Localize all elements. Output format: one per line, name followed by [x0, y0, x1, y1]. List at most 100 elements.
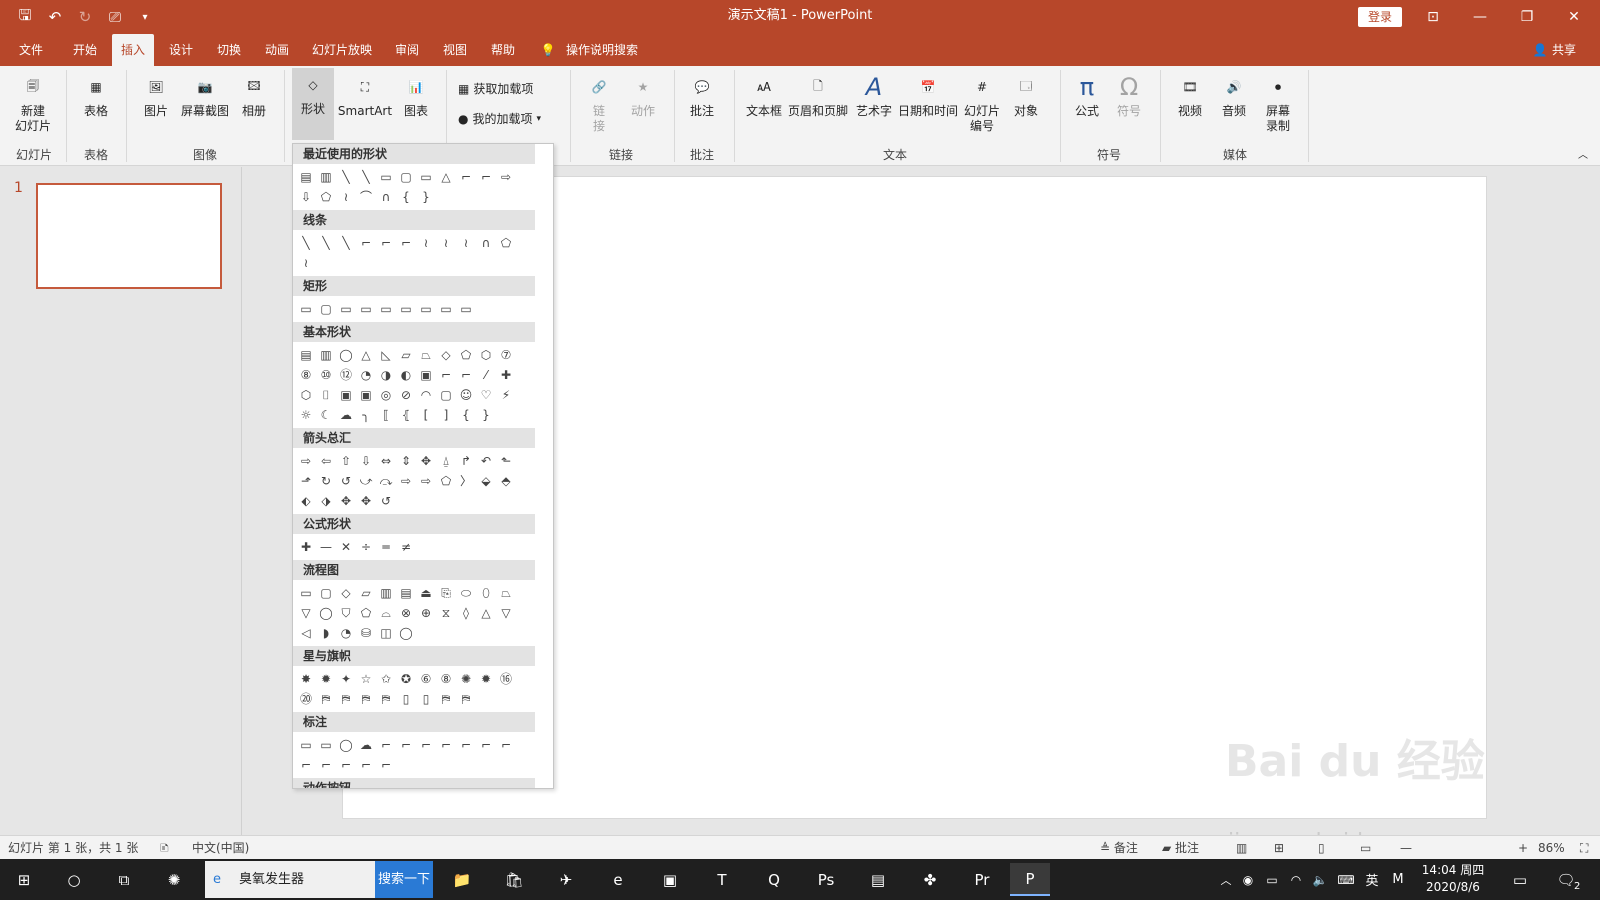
shape-item[interactable]: ⌷	[316, 385, 336, 405]
shape-item[interactable]: ⬠	[436, 471, 456, 491]
comment-button[interactable]: 💬 批注	[682, 70, 722, 119]
shape-item[interactable]: ⌐	[476, 735, 496, 755]
shape-item[interactable]: [	[416, 405, 436, 425]
shape-item[interactable]: ✹	[476, 669, 496, 689]
shape-item[interactable]: ◯	[336, 735, 356, 755]
shape-item[interactable]: ⇦	[316, 451, 336, 471]
get-addins-button[interactable]: ▦ 获取加载项	[458, 80, 533, 97]
shape-item[interactable]: ◯	[396, 623, 416, 643]
reading-view-icon[interactable]: ▯	[1318, 836, 1325, 860]
shape-item[interactable]: ▽	[296, 603, 316, 623]
shape-item[interactable]: ☆	[356, 669, 376, 689]
shape-item[interactable]: ▭	[296, 299, 316, 319]
shape-item[interactable]: ▣	[356, 385, 376, 405]
screen-record-button[interactable]: ⏺ 屏幕 录制	[1258, 70, 1298, 134]
shape-item[interactable]: ⑥	[416, 669, 436, 689]
slideshow-view-icon[interactable]: ▭	[1360, 836, 1371, 860]
windows-start-icon[interactable]: ⊞	[4, 863, 44, 896]
shape-item[interactable]: ✥	[336, 491, 356, 511]
shape-item[interactable]: ☺	[456, 385, 476, 405]
shape-item[interactable]: ⧖	[436, 603, 456, 623]
shape-item[interactable]: ✥	[356, 491, 376, 511]
shape-item[interactable]: ⌐	[416, 735, 436, 755]
shape-item[interactable]: ⇨	[396, 471, 416, 491]
login-button[interactable]: 登录	[1358, 7, 1402, 27]
datetime-button[interactable]: 📅 日期和时间	[896, 70, 960, 119]
shape-item[interactable]: ╲	[316, 233, 336, 253]
shape-item[interactable]: ╲	[336, 233, 356, 253]
shape-item[interactable]: ⑩	[316, 365, 336, 385]
shape-item[interactable]: ⌐	[496, 735, 516, 755]
shape-item[interactable]: ✚	[296, 537, 316, 557]
shape-item[interactable]: ⤼	[376, 471, 396, 491]
shape-item[interactable]: ◺	[376, 345, 396, 365]
shape-item[interactable]: ⌐	[456, 735, 476, 755]
shape-item[interactable]: ⬡	[296, 385, 316, 405]
shape-item[interactable]: ∩	[476, 233, 496, 253]
shape-item[interactable]: ↺	[336, 471, 356, 491]
shape-item[interactable]: ⬡	[476, 345, 496, 365]
shapes-button[interactable]: ◇ 形状	[292, 68, 334, 140]
shape-item[interactable]: ⇧	[336, 451, 356, 471]
cortana-icon[interactable]: ○	[54, 863, 94, 896]
fit-to-window-icon[interactable]: ⛶	[1580, 836, 1588, 860]
shape-item[interactable]: ☾	[316, 405, 336, 425]
shape-item[interactable]: ╮	[356, 405, 376, 425]
tab-help[interactable]: 帮助	[482, 34, 524, 66]
smartart-button[interactable]: ⛶ SmartArt	[336, 70, 394, 119]
audio-button[interactable]: 🔊 音频	[1214, 70, 1254, 119]
shape-item[interactable]: ✺	[456, 669, 476, 689]
shape-item[interactable]: ⑯	[496, 669, 516, 689]
shape-item[interactable]: ⌐	[376, 755, 396, 775]
shape-item[interactable]: ⌐	[336, 755, 356, 775]
shape-item[interactable]: △	[436, 167, 456, 187]
shape-item[interactable]: ⍙	[436, 451, 456, 471]
shape-item[interactable]: ⌐	[456, 365, 476, 385]
shape-item[interactable]: ▭	[316, 735, 336, 755]
normal-view-icon[interactable]: ▥	[1236, 836, 1247, 860]
shape-item[interactable]: ▤	[296, 167, 316, 187]
shape-item[interactable]: ▯	[416, 689, 436, 709]
start-slideshow-icon[interactable]: ⎚	[102, 4, 128, 30]
task-view-icon[interactable]: ⧉	[104, 863, 144, 896]
shape-item[interactable]: ⛿	[356, 689, 376, 709]
shape-item[interactable]: ↺	[376, 491, 396, 511]
shape-item[interactable]: ⬘	[496, 471, 516, 491]
tab-file[interactable]: 文件	[10, 34, 52, 66]
close-button[interactable]: ✕	[1551, 0, 1597, 34]
collapse-ribbon-icon[interactable]: ︿	[1578, 146, 1588, 161]
zoom-in-icon[interactable]: +	[1518, 836, 1528, 860]
ribbon-display-options-icon[interactable]: ⊡	[1410, 0, 1456, 34]
new-slide-button[interactable]: 🗐 新建 幻灯片	[8, 70, 58, 134]
shape-item[interactable]: ▤	[396, 583, 416, 603]
shape-item[interactable]: ⌐	[376, 735, 396, 755]
shape-item[interactable]: ═	[376, 537, 396, 557]
app-q-icon[interactable]: Q	[754, 863, 794, 896]
shape-item[interactable]: ⬯	[476, 583, 496, 603]
shape-item[interactable]: ⊕	[416, 603, 436, 623]
shape-item[interactable]: ⌐	[376, 233, 396, 253]
shape-item[interactable]: }	[476, 405, 496, 425]
shape-item[interactable]: ⤻	[356, 471, 376, 491]
shape-item[interactable]: ↻	[316, 471, 336, 491]
shape-item[interactable]: ☼	[296, 405, 316, 425]
shape-item[interactable]: ⌐	[396, 233, 416, 253]
shape-item[interactable]: ▢	[436, 385, 456, 405]
textbox-button[interactable]: 🗚 文本框	[742, 70, 786, 119]
shape-item[interactable]: ⛿	[456, 689, 476, 709]
shape-item[interactable]: ⑧	[436, 669, 456, 689]
shape-item[interactable]: ▭	[436, 299, 456, 319]
minimize-button[interactable]: —	[1457, 0, 1503, 34]
shape-item[interactable]: ▭	[396, 299, 416, 319]
app-t-icon[interactable]: T	[702, 863, 742, 896]
shape-item[interactable]: ☁	[336, 405, 356, 425]
shape-item[interactable]: ◇	[336, 583, 356, 603]
shape-item[interactable]: ⬙	[476, 471, 496, 491]
shape-item[interactable]: ⑦	[496, 345, 516, 365]
shape-item[interactable]: ▢	[396, 167, 416, 187]
shape-item[interactable]: ⇕	[396, 451, 416, 471]
table-button[interactable]: ▦ 表格	[72, 70, 120, 119]
shape-item[interactable]: ≀	[416, 233, 436, 253]
shape-item[interactable]: ⏢	[496, 583, 516, 603]
shape-item[interactable]: ◇	[436, 345, 456, 365]
